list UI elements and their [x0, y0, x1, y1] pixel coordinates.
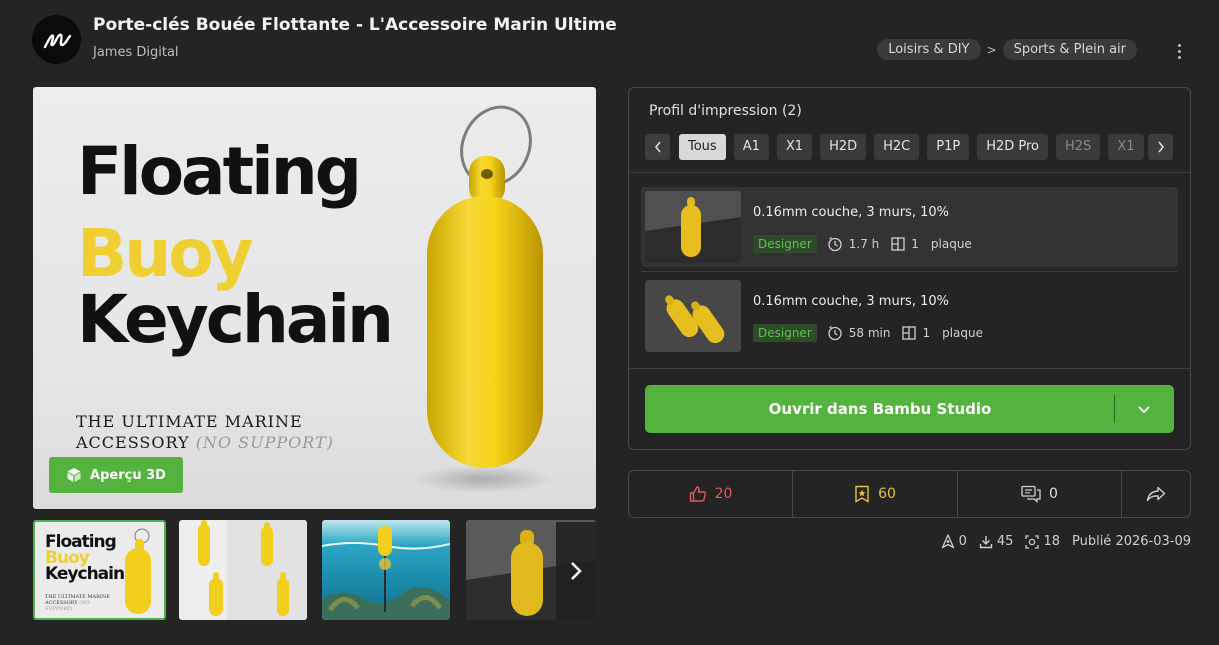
- print-profile-title: Profil d'impression (2): [649, 103, 802, 119]
- print-stat: 18: [1025, 534, 1060, 549]
- printer-prev-button[interactable]: [645, 134, 670, 160]
- open-in-bambu-studio-button[interactable]: Ouvrir dans Bambu Studio: [645, 385, 1174, 433]
- download-stat: 45: [979, 534, 1014, 549]
- comments-icon: [1021, 485, 1041, 503]
- author-logo-icon: [43, 33, 71, 48]
- model-stats: 0 45 18 Publié 2026-03-09: [941, 534, 1191, 549]
- profile-buoy-image: [645, 191, 741, 263]
- printer-chip-x1-more[interactable]: X1: [1108, 134, 1144, 160]
- button-separator: [1114, 395, 1115, 423]
- page-title: Porte-clés Bouée Flottante - L'Accessoir…: [93, 15, 617, 35]
- download-icon: [979, 535, 993, 548]
- boost-count: 0: [958, 534, 967, 549]
- printer-chip-h2c[interactable]: H2C: [874, 134, 920, 160]
- chevron-left-icon: [654, 141, 661, 153]
- boost-stat: 0: [941, 534, 967, 549]
- clock-icon: [828, 237, 842, 252]
- plate-count: 1: [911, 237, 919, 251]
- plate-count: 1: [922, 326, 931, 340]
- thumbnail-1[interactable]: Floating Buoy Keychain THE ULTIMATE MARI…: [33, 520, 166, 620]
- print-count: 18: [1043, 534, 1060, 549]
- collect-count: 60: [878, 486, 896, 502]
- comment-count: 0: [1049, 486, 1058, 502]
- hero-title-line2: Buoy: [77, 215, 254, 292]
- comments-button[interactable]: 0: [958, 471, 1122, 517]
- profile-row[interactable]: 0.16mm couche, 3 murs, 10% Designer 1.7 …: [641, 187, 1178, 267]
- profile-title: 0.16mm couche, 3 murs, 10%: [753, 294, 949, 309]
- hero-subtitle-line1: THE ULTIMATE MARINE: [76, 412, 303, 431]
- printer-chip-x1[interactable]: X1: [776, 134, 813, 160]
- plate-icon: [902, 326, 917, 340]
- hero-title-line3: Keychain: [77, 281, 394, 358]
- like-button[interactable]: 20: [629, 471, 793, 517]
- plate-label: plaque: [930, 237, 972, 251]
- print-time: 1.7 h: [848, 237, 880, 251]
- plate-label: plaque: [942, 326, 984, 340]
- printer-chip-p1p[interactable]: P1P: [927, 134, 970, 160]
- cube-icon: [67, 468, 81, 482]
- open-in-bambu-studio-label: Ouvrir dans Bambu Studio: [768, 400, 992, 418]
- collect-button[interactable]: 60: [793, 471, 958, 517]
- more-options-icon[interactable]: [1170, 40, 1188, 62]
- hero-title-line1: Floating: [77, 133, 362, 210]
- preview-3d-label: Aperçu 3D: [90, 467, 166, 483]
- hero-subtitle-line2: ACCESSORY (NO SUPPORT): [76, 433, 334, 452]
- download-count: 45: [996, 534, 1014, 549]
- designer-badge: Designer: [753, 235, 817, 253]
- engagement-bar: 20 60 0: [628, 470, 1191, 518]
- thumbnail-title-line3: Keychain: [45, 564, 125, 584]
- thumbnail-buoy-image: [125, 528, 151, 614]
- thumbnail-2[interactable]: [179, 520, 307, 620]
- panel-divider: [629, 368, 1190, 369]
- profile-meta: Designer 58 min 1 plaque: [753, 324, 983, 342]
- boost-icon: [941, 534, 954, 549]
- thumbs-up-icon: [689, 486, 706, 502]
- print-time: 58 min: [848, 326, 891, 340]
- preview-3d-button[interactable]: Aperçu 3D: [49, 457, 183, 493]
- breadcrumb-category[interactable]: Loisirs & DIY: [877, 39, 981, 60]
- thumbnail-underwater-image: [322, 520, 450, 620]
- profile-divider: [641, 271, 1178, 272]
- chevron-right-icon: [1157, 141, 1164, 153]
- printer-chip-tous[interactable]: Tous: [679, 134, 726, 160]
- profile-thumbnail: [645, 191, 741, 263]
- printer-next-button[interactable]: [1148, 134, 1173, 160]
- printer-filter-chips: Tous A1 X1 H2D H2C P1P H2D Pro H2S X1: [679, 134, 1145, 160]
- thumbnail-3[interactable]: [322, 520, 450, 620]
- bookmark-star-icon: [855, 485, 869, 503]
- profile-title: 0.16mm couche, 3 murs, 10%: [753, 205, 949, 220]
- printer-chip-h2d-pro[interactable]: H2D Pro: [977, 134, 1049, 160]
- published-date: Publié 2026-03-09: [1071, 534, 1191, 549]
- printer-chip-a1[interactable]: A1: [733, 134, 769, 160]
- author-name[interactable]: James Digital: [93, 45, 179, 60]
- thumbnail-four-buoys-image: [198, 520, 307, 620]
- profile-two-buoys-image: [645, 280, 741, 352]
- designer-badge: Designer: [753, 324, 817, 342]
- print-count-icon: [1025, 534, 1040, 549]
- buoy-keychain-illustration: [413, 105, 553, 493]
- printer-chip-h2s[interactable]: H2S: [1056, 134, 1101, 160]
- profile-thumbnail: [645, 280, 741, 352]
- chevron-down-icon[interactable]: [1135, 401, 1153, 417]
- panel-divider: [629, 172, 1190, 173]
- breadcrumb-separator: >: [986, 42, 997, 57]
- plate-icon: [891, 237, 905, 251]
- breadcrumb: Loisirs & DIY > Sports & Plein air: [877, 39, 1137, 60]
- author-avatar[interactable]: [32, 15, 81, 64]
- profile-row[interactable]: 0.16mm couche, 3 murs, 10% Designer 58 m…: [641, 276, 1178, 356]
- breadcrumb-subcategory[interactable]: Sports & Plein air: [1002, 39, 1137, 60]
- profile-meta: Designer 1.7 h 1 plaque: [753, 235, 972, 253]
- share-icon: [1146, 486, 1166, 502]
- share-button[interactable]: [1122, 471, 1190, 517]
- thumbnail-next-button[interactable]: [556, 522, 596, 620]
- chevron-right-icon: [571, 562, 582, 580]
- thumbnail-subtitle: THE ULTIMATE MARINE ACCESSORY (NO SUPPOR…: [45, 594, 110, 612]
- printer-chip-h2d[interactable]: H2D: [820, 134, 867, 160]
- clock-icon: [828, 326, 842, 341]
- main-image[interactable]: Floating Buoy Keychain THE ULTIMATE MARI…: [33, 87, 596, 509]
- like-count: 20: [714, 486, 733, 502]
